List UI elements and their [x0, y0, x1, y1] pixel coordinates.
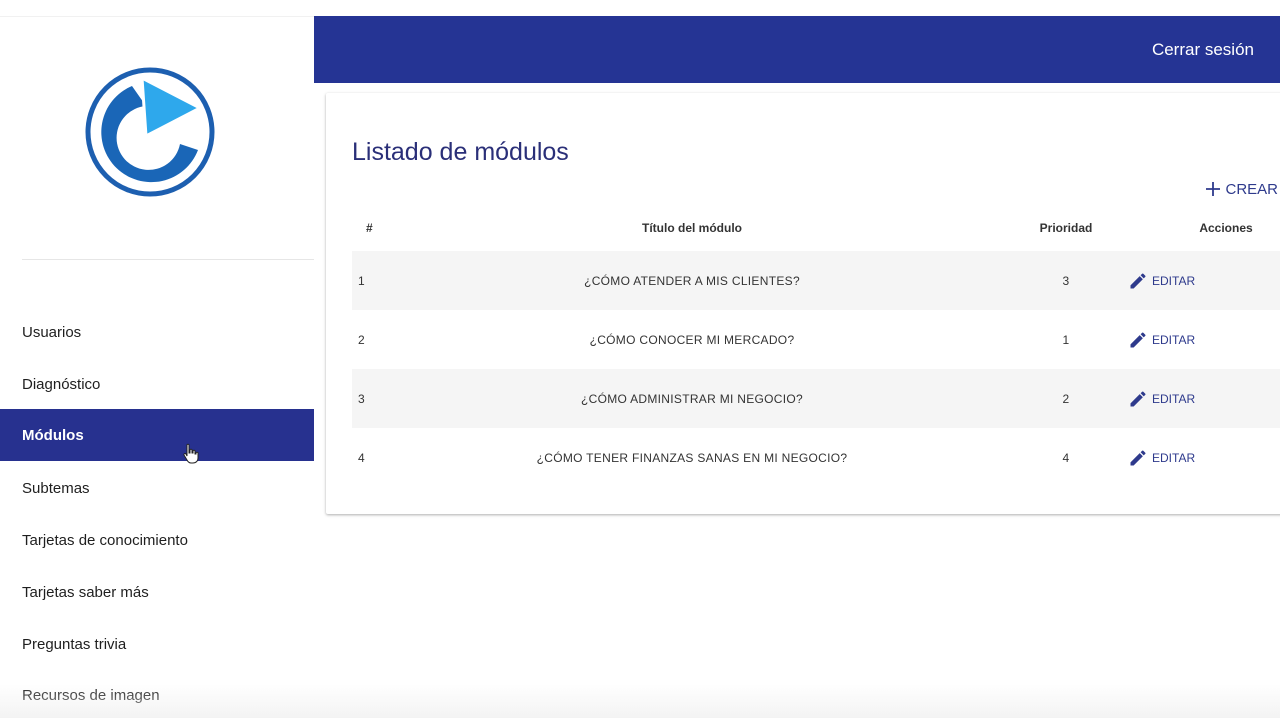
hand-cursor-icon	[183, 443, 199, 464]
edit-button[interactable]: EDITAR	[1128, 428, 1195, 487]
table-row: 4 ¿CÓMO TENER FINANZAS SANAS EN MI NEGOC…	[352, 428, 1280, 487]
edit-button-label: EDITAR	[1152, 273, 1196, 288]
row-number: 2	[358, 332, 365, 347]
edit-button[interactable]: EDITAR	[1128, 369, 1195, 428]
table-row: 3 ¿CÓMO ADMINISTRAR MI NEGOCIO? 2 EDITAR	[352, 369, 1280, 428]
page-title: Listado de módulos	[352, 138, 569, 166]
sidebar-item-tarjetas-conocimiento[interactable]: Tarjetas de conocimiento	[0, 514, 314, 566]
top-app-bar: Cerrar sesión	[314, 16, 1280, 83]
row-title: ¿CÓMO ATENDER A MIS CLIENTES?	[584, 273, 800, 288]
pencil-icon	[1130, 272, 1146, 288]
row-priority: 4	[1062, 450, 1070, 465]
pencil-icon	[1130, 390, 1146, 406]
logo[interactable]	[80, 66, 220, 198]
table-row: 1 ¿CÓMO ATENDER A MIS CLIENTES? 3 EDITAR	[352, 251, 1280, 310]
edit-button-label: EDITAR	[1152, 450, 1196, 465]
app-root: Usuarios Diagnóstico Módulos Subtemas Ta…	[0, 0, 1280, 718]
sidebar-item-diagnostico[interactable]: Diagnóstico	[0, 358, 314, 410]
row-title: ¿CÓMO TENER FINANZAS SANAS EN MI NEGOCIO…	[536, 450, 848, 465]
logout-button[interactable]: Cerrar sesión	[1152, 16, 1254, 83]
row-priority: 1	[1062, 332, 1070, 347]
row-title: ¿CÓMO ADMINISTRAR MI NEGOCIO?	[580, 391, 804, 406]
play-circle-logo-icon	[85, 67, 215, 197]
row-number: 3	[358, 391, 365, 406]
column-header-actions: Acciones	[1199, 221, 1253, 235]
row-priority: 2	[1062, 391, 1070, 406]
create-button-label: CREAR	[1225, 180, 1278, 198]
sidebar-divider	[22, 259, 314, 260]
row-priority: 3	[1062, 273, 1070, 288]
pencil-icon	[1130, 331, 1146, 347]
edit-button[interactable]: EDITAR	[1128, 251, 1195, 310]
modules-card: Listado de módulos CREAR # Título del mó…	[326, 93, 1280, 514]
row-title: ¿CÓMO CONOCER MI MERCADO?	[589, 332, 795, 347]
sidebar: Usuarios Diagnóstico Módulos Subtemas Ta…	[0, 0, 314, 718]
table-row: 2 ¿CÓMO CONOCER MI MERCADO? 1 EDITAR	[352, 310, 1280, 369]
sidebar-item-recursos-imagen[interactable]: Recursos de imagen	[0, 669, 314, 718]
column-header-title: Título del módulo	[642, 221, 742, 235]
row-number: 4	[358, 450, 365, 465]
column-header-priority: Prioridad	[1039, 221, 1093, 235]
edit-button-label: EDITAR	[1152, 332, 1196, 347]
sidebar-item-subtemas[interactable]: Subtemas	[0, 462, 314, 514]
plus-icon	[1206, 182, 1221, 196]
column-header-number: #	[366, 221, 373, 235]
sidebar-item-preguntas-trivia[interactable]: Preguntas trivia	[0, 618, 314, 670]
create-button[interactable]: CREAR	[1205, 177, 1278, 201]
pencil-icon	[1130, 449, 1146, 465]
edit-button-label: EDITAR	[1152, 391, 1196, 406]
row-number: 1	[358, 273, 365, 288]
sidebar-item-tarjetas-saber-mas[interactable]: Tarjetas saber más	[0, 566, 314, 618]
sidebar-top-divider	[0, 16, 314, 17]
edit-button[interactable]: EDITAR	[1128, 310, 1195, 369]
sidebar-item-modulos[interactable]: Módulos	[0, 409, 314, 461]
sidebar-item-usuarios[interactable]: Usuarios	[0, 306, 314, 358]
